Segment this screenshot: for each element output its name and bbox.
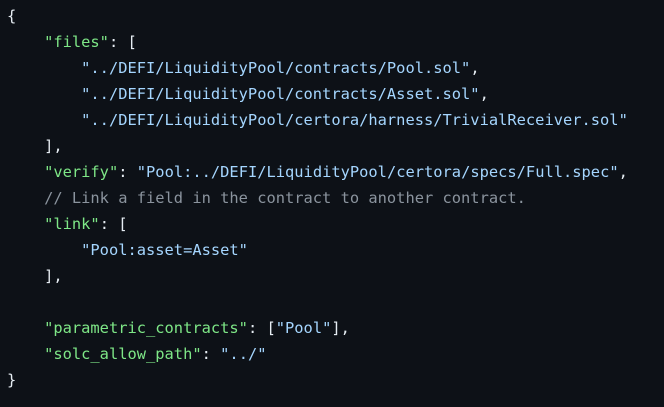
code-line: ], (7, 266, 63, 286)
code-line: // Link a field in the contract to anoth… (7, 188, 526, 208)
code-punctuation (7, 319, 44, 337)
code-punctuation: , (470, 59, 480, 77)
code-line: "../DEFI/LiquidityPool/certora/harness/T… (7, 110, 628, 130)
json-key: "files" (44, 33, 109, 51)
json-string: "../" (220, 345, 267, 363)
code-line: "link": [ (7, 214, 128, 234)
code-punctuation: : [ (247, 319, 276, 337)
code-punctuation: , (479, 85, 489, 103)
code-line: "solc_allow_path": "../" (7, 344, 267, 364)
json-string: "../DEFI/LiquidityPool/contracts/Pool.so… (81, 59, 471, 77)
code-punctuation: ], (331, 319, 350, 337)
code-line: ], (7, 136, 63, 156)
code-line: "parametric_contracts": ["Pool"], (7, 318, 350, 338)
code-punctuation (7, 33, 44, 51)
code-line: "Pool:asset=Asset" (7, 240, 248, 260)
code-punctuation (7, 163, 44, 181)
code-punctuation: : [ (99, 215, 128, 233)
code-punctuation (7, 111, 81, 129)
code-punctuation (7, 189, 44, 207)
json-string: "Pool:../DEFI/LiquidityPool/certora/spec… (136, 163, 619, 181)
code-line: "files": [ (7, 32, 137, 52)
code-comment: // Link a field in the contract to anoth… (44, 189, 526, 207)
code-punctuation (7, 345, 44, 363)
json-string: "Pool" (275, 319, 332, 337)
json-key: "solc_allow_path" (44, 345, 202, 363)
code-punctuation (7, 85, 81, 103)
json-string: "Pool:asset=Asset" (81, 241, 248, 259)
json-key: "parametric_contracts" (44, 319, 248, 337)
code-line: } (7, 370, 16, 390)
code-line: "verify": "Pool:../DEFI/LiquidityPool/ce… (7, 162, 628, 182)
code-line: "../DEFI/LiquidityPool/contracts/Asset.s… (7, 84, 489, 104)
code-punctuation: , (618, 163, 628, 181)
json-key: "verify" (44, 163, 119, 181)
code-line: "../DEFI/LiquidityPool/contracts/Pool.so… (7, 58, 480, 78)
code-punctuation: ], (7, 137, 63, 155)
code-punctuation (7, 59, 81, 77)
json-string: "../DEFI/LiquidityPool/contracts/Asset.s… (81, 85, 480, 103)
json-string: "../DEFI/LiquidityPool/certora/harness/T… (81, 111, 628, 129)
code-punctuation: { (7, 7, 17, 25)
code-punctuation: ], (7, 267, 63, 285)
code-punctuation (7, 215, 44, 233)
code-punctuation: : (201, 345, 221, 363)
code-block: { "files": [ "../DEFI/LiquidityPool/cont… (0, 0, 664, 407)
code-punctuation (7, 241, 81, 259)
code-punctuation: : (118, 163, 137, 181)
code-punctuation: } (7, 371, 17, 389)
code-punctuation: : [ (108, 33, 137, 51)
code-line: { (7, 6, 16, 26)
json-key: "link" (44, 215, 100, 233)
